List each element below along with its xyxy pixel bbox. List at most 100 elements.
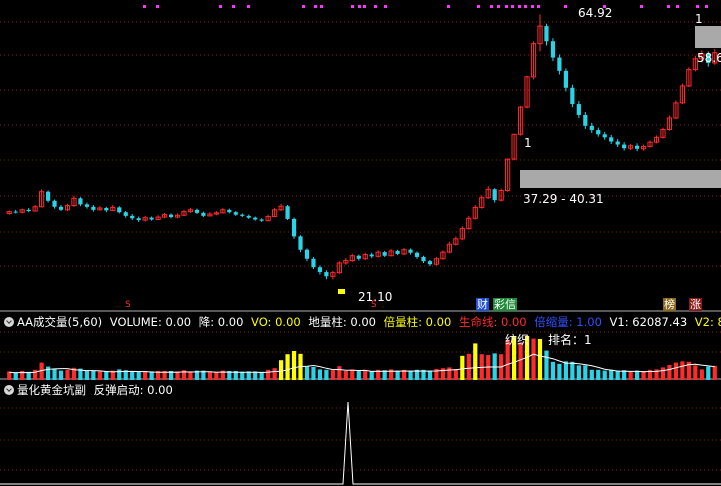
candle-body: [557, 57, 562, 71]
volume-bar: [673, 362, 679, 380]
signal-dot: [374, 5, 377, 8]
volume-bar: [304, 366, 310, 380]
signal-tag[interactable]: 彩信: [493, 298, 517, 311]
volume-bar: [149, 371, 154, 380]
signal-dot: [490, 5, 493, 8]
signal-dot: [143, 5, 146, 8]
candle-body: [168, 214, 174, 218]
volume-bar: [615, 370, 620, 380]
volume-bar: [518, 342, 523, 380]
candle-body: [291, 218, 297, 237]
signal-dot: [358, 5, 361, 8]
volume-panel-header: AA成交量(5,60) VOLUME: 0.00 降: 0.00 VO: 0.0…: [0, 314, 721, 330]
signal-dot: [384, 5, 387, 8]
volume-bar: [272, 368, 277, 380]
signal-tag[interactable]: 涨: [689, 298, 702, 311]
volume-bar: [473, 343, 478, 380]
volume-bar: [188, 371, 193, 380]
volume-bar: [117, 369, 122, 380]
volume-bar: [58, 370, 64, 380]
candle-body: [570, 87, 575, 105]
volume-bar: [266, 369, 271, 380]
candle-body: [13, 211, 18, 213]
indicator-field: 倍量柱: 0.00: [383, 315, 452, 329]
candle-body: [253, 217, 258, 220]
signal-dot: [232, 5, 235, 8]
sector-note: 纺织: [505, 333, 530, 347]
indicator-field: 反弹启动: 0.00: [93, 383, 173, 397]
volume-bar: [259, 371, 264, 380]
volume-bar: [214, 371, 219, 380]
signal-tag[interactable]: S: [124, 299, 132, 312]
signal-dot: [497, 5, 500, 8]
rank-note: 排名：1: [548, 333, 592, 347]
signal-dot: [696, 5, 699, 8]
candle-body: [602, 134, 607, 138]
candle-body: [259, 219, 264, 221]
candle-body: [414, 252, 420, 257]
volume-bar: [712, 365, 717, 380]
volume-bar: [337, 366, 342, 380]
signal-dot: [314, 5, 317, 8]
high-price-label: 64.92: [578, 6, 613, 20]
signal-dot: [156, 5, 159, 8]
signal-tag[interactable]: 榜: [663, 298, 676, 311]
volume-bar: [628, 371, 633, 380]
volume-bar: [52, 368, 57, 380]
indicator-field: 降: 0.00: [198, 315, 244, 329]
indicator-field: 地量柱: 0.00: [308, 315, 376, 329]
volume-bar: [570, 361, 575, 380]
signal-dot: [351, 5, 354, 8]
candle-body: [285, 206, 290, 219]
volume-bar: [408, 370, 413, 380]
candle-body: [609, 137, 614, 142]
collapse-icon[interactable]: [4, 317, 14, 327]
candle-body: [240, 214, 245, 216]
volume-bar: [104, 371, 109, 380]
volume-bar: [453, 369, 458, 380]
candle-body: [117, 207, 122, 213]
candle-body: [298, 236, 303, 250]
candle-body: [634, 145, 640, 149]
candle-body: [324, 272, 329, 277]
signal-dot: [524, 5, 527, 8]
signal-tag[interactable]: S: [370, 299, 378, 312]
volume-bar: [563, 361, 568, 380]
volume-bar: [447, 367, 452, 380]
signal-dot: [302, 5, 305, 8]
collapse-icon[interactable]: [4, 385, 14, 395]
signal-dot: [676, 5, 679, 8]
candle-body: [123, 212, 128, 216]
candle-body: [583, 114, 588, 126]
volume-bar: [130, 371, 135, 380]
signal-dot: [640, 5, 643, 8]
volume-bar: [706, 366, 711, 380]
signal-tag[interactable]: 财: [476, 298, 489, 311]
candle-body: [589, 125, 594, 131]
indicator-name[interactable]: AA成交量(5,60): [17, 315, 102, 329]
candle-body: [136, 218, 141, 221]
candle-body: [421, 256, 426, 262]
volume-bar: [317, 369, 323, 380]
volume-bar: [660, 367, 666, 380]
volume-bar: [466, 353, 471, 380]
indicator-field: VO: 0.00: [251, 315, 301, 329]
price-range-box: [520, 170, 721, 188]
signal-dot: [505, 5, 508, 8]
candle-body: [563, 70, 568, 88]
candle-body: [91, 206, 96, 210]
candle-body: [26, 209, 31, 212]
volume-bar: [589, 369, 594, 380]
signal-dot: [320, 5, 323, 8]
candle-body: [596, 130, 601, 135]
volume-bar: [583, 365, 588, 380]
indicator-name[interactable]: 量化黄金坑副: [17, 383, 86, 397]
volume-bar: [291, 351, 297, 380]
volume-bar: [641, 371, 646, 380]
volume-bar: [544, 350, 549, 380]
indicator-panel-header: 量化黄金坑副 反弹启动: 0.00: [0, 382, 721, 398]
rebound-line: [0, 401, 721, 485]
volume-bar: [602, 370, 607, 380]
candle-body: [408, 249, 413, 253]
volume-bar: [240, 371, 245, 380]
